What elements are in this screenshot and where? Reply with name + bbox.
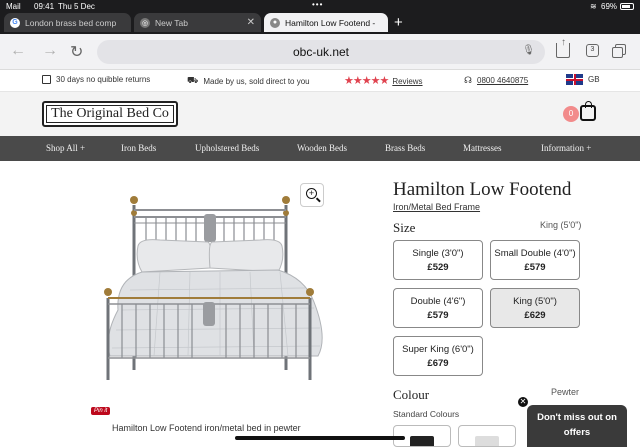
bed-illustration xyxy=(104,196,323,380)
reviews-link[interactable]: Reviews xyxy=(392,77,422,86)
size-option-super-king[interactable]: Super King (6'0") £679 xyxy=(393,336,483,376)
zoom-button[interactable]: + xyxy=(300,183,324,207)
popup-line-1: Don't miss out on xyxy=(537,412,617,423)
close-popup-icon[interactable]: ✕ xyxy=(517,396,529,408)
standard-colours-label: Standard Colours xyxy=(393,409,460,419)
size-option-king[interactable]: King (5'0") £629 xyxy=(490,288,580,328)
main-navigation: Shop All + Iron Beds Upholstered Beds Wo… xyxy=(0,136,640,161)
browser-tab-strip: Mail 09:41 Thu 5 Dec ••• ≋ 69% G London … xyxy=(0,0,640,34)
basket-count-badge: 0 xyxy=(563,106,579,122)
returns-info: 30 days no quibble returns xyxy=(42,75,150,84)
site-logo[interactable]: The Original Bed Co xyxy=(42,101,178,127)
tab-label: New Tab xyxy=(155,17,188,28)
zoom-in-icon: + xyxy=(306,188,317,199)
size-price: £679 xyxy=(427,358,449,369)
reviews-rating[interactable]: ★★★★★ Reviews xyxy=(344,74,423,87)
size-option-single[interactable]: Single (3'0") £529 xyxy=(393,240,483,280)
back-icon[interactable]: ← xyxy=(10,42,26,60)
phone-contact[interactable]: ☊ 0800 4640875 xyxy=(464,75,528,86)
headset-icon: ☊ xyxy=(464,75,472,85)
nav-wooden-beds[interactable]: Wooden Beds xyxy=(297,143,347,153)
close-tab-icon[interactable]: ✕ xyxy=(247,17,255,28)
site-favicon-icon: ● xyxy=(270,17,280,28)
battery-icon xyxy=(620,3,634,10)
forward-icon[interactable]: → xyxy=(42,42,58,60)
address-toolbar: ← → ↻ obc-uk.net 🎙 ↑ 3 xyxy=(0,34,640,70)
new-tab-icon[interactable]: + xyxy=(394,14,403,31)
size-price: £579 xyxy=(524,262,546,273)
popup-line-2: offers xyxy=(563,427,591,438)
size-option-double[interactable]: Double (4'6") £579 xyxy=(393,288,483,328)
swatch-bed-black xyxy=(410,436,434,446)
size-name: Single (3'0") xyxy=(412,248,464,259)
tab-new-tab[interactable]: ◎ New Tab ✕ xyxy=(134,13,261,32)
region-selector[interactable]: GB xyxy=(566,74,600,85)
product-title: Hamilton Low Footend xyxy=(393,179,572,200)
zoom-handle xyxy=(316,197,321,203)
selected-size: King (5'0") xyxy=(540,220,582,230)
home-indicator xyxy=(235,436,405,440)
multitask-dots-icon[interactable]: ••• xyxy=(312,0,323,9)
nav-upholstered-beds[interactable]: Upholstered Beds xyxy=(195,143,259,153)
phone-link[interactable]: 0800 4640875 xyxy=(477,76,528,85)
uk-flag-icon xyxy=(566,74,583,85)
basket-icon[interactable] xyxy=(580,101,596,121)
size-name: King (5'0") xyxy=(513,296,557,307)
product-image[interactable] xyxy=(90,180,350,405)
reload-icon[interactable]: ↻ xyxy=(70,42,83,62)
size-name: Super King (6'0") xyxy=(402,344,474,355)
size-price: £629 xyxy=(524,310,546,321)
nav-information[interactable]: Information + xyxy=(541,143,591,153)
tab-overview-icon[interactable]: 3 xyxy=(586,44,599,57)
category-link[interactable]: Iron/Metal Bed Frame xyxy=(393,202,480,212)
offers-popup[interactable]: Don't miss out on offers xyxy=(527,405,627,447)
utility-bar: 30 days no quibble returns ⛟ Made by us,… xyxy=(0,70,640,92)
swatch-bed-ivory xyxy=(475,436,499,446)
colour-label: Colour xyxy=(393,387,430,402)
direct-info: ⛟ Made by us, sold direct to you xyxy=(187,75,310,87)
direct-text: Made by us, sold direct to you xyxy=(203,76,310,86)
globe-icon: ◎ xyxy=(140,17,150,28)
tab-label: London brass bed comp xyxy=(25,17,117,28)
size-option-small-double[interactable]: Small Double (4'0") £579 xyxy=(490,240,580,280)
wifi-icon: ≋ xyxy=(590,2,597,11)
nav-brass-beds[interactable]: Brass Beds xyxy=(385,143,425,153)
url-text: obc-uk.net xyxy=(292,45,350,59)
truck-icon: ⛟ xyxy=(187,75,199,85)
nav-iron-beds[interactable]: Iron Beds xyxy=(121,143,156,153)
calendar-icon xyxy=(42,75,51,84)
url-bar[interactable]: obc-uk.net 🎙 xyxy=(97,40,545,64)
nav-shop-all[interactable]: Shop All + xyxy=(46,143,85,153)
status-back-app[interactable]: Mail xyxy=(6,2,21,11)
star-rating-icon: ★★★★★ xyxy=(344,75,389,87)
status-date: Thu 5 Dec xyxy=(58,2,95,11)
status-time: 09:41 xyxy=(34,2,55,11)
nav-mattresses[interactable]: Mattresses xyxy=(463,143,502,153)
image-caption: Hamilton Low Footend iron/metal bed in p… xyxy=(112,423,301,433)
microphone-icon[interactable]: 🎙 xyxy=(522,45,535,56)
tabs-grid-icon[interactable] xyxy=(612,44,626,58)
battery-percent: 69% xyxy=(601,2,618,11)
size-price: £529 xyxy=(427,262,449,273)
tab-label: Hamilton Low Footend - xyxy=(285,17,376,28)
google-icon: G xyxy=(10,17,20,28)
size-name: Double (4'6") xyxy=(410,296,466,307)
size-label: Size xyxy=(393,220,416,235)
site-header: The Original Bed Co 0 xyxy=(0,92,640,136)
size-price: £579 xyxy=(427,310,449,321)
tab-london-brass[interactable]: G London brass bed comp xyxy=(4,13,131,32)
selected-colour: Pewter xyxy=(551,387,580,397)
returns-text: 30 days no quibble returns xyxy=(56,75,151,84)
share-icon[interactable]: ↑ xyxy=(556,37,570,58)
size-name: Small Double (4'0") xyxy=(494,248,576,259)
logo-text: The Original Bed Co xyxy=(51,106,169,121)
pinit-button[interactable]: Pin it xyxy=(91,407,111,415)
tab-hamilton-low-footend[interactable]: ● Hamilton Low Footend - xyxy=(264,13,388,32)
region-code: GB xyxy=(588,75,600,84)
